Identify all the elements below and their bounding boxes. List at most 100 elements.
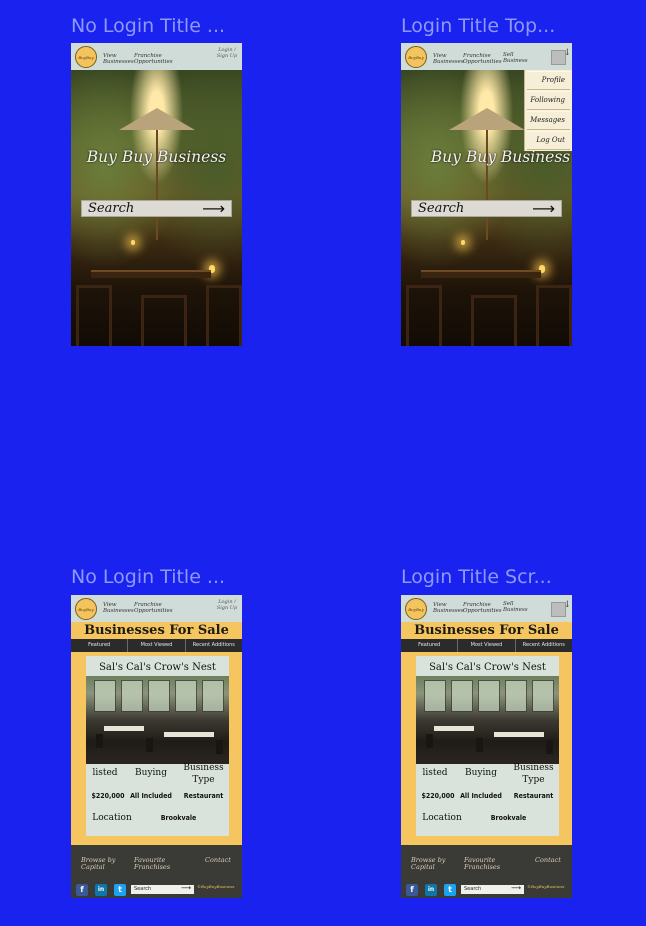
dining-chair-shape bbox=[216, 740, 223, 754]
label-business-type: Business Type bbox=[513, 763, 554, 785]
nav-sell-business[interactable]: Sell Business bbox=[503, 52, 529, 64]
menu-item-profile[interactable]: Profile bbox=[527, 71, 570, 90]
search-bar[interactable]: Search ⟶ bbox=[81, 199, 232, 218]
dining-chair-shape bbox=[96, 734, 103, 748]
frame-title-2: Login Title Top... bbox=[401, 15, 556, 37]
linkedin-icon[interactable]: in bbox=[425, 884, 437, 896]
page-title: Businesses For Sale bbox=[414, 623, 559, 638]
phone-frame-listing-logged-out: BuyBuy View Businesses Franchise Opportu… bbox=[71, 595, 242, 898]
footer-favourite-link[interactable]: Favourite Franchises bbox=[134, 857, 179, 871]
footer-search-input[interactable]: Search ⟶ bbox=[461, 884, 524, 894]
nav-sell-business[interactable]: Sell Business bbox=[503, 601, 529, 613]
value-price: $220,000 bbox=[421, 792, 455, 800]
chair-shape bbox=[206, 285, 242, 346]
tab-featured[interactable]: Featured bbox=[71, 639, 129, 652]
chair-shape bbox=[76, 285, 112, 346]
frame-title-1: No Login Title ... bbox=[71, 15, 226, 37]
window-shape bbox=[121, 680, 143, 712]
label-location: Location bbox=[92, 813, 132, 823]
dining-chair-shape bbox=[426, 734, 433, 748]
twitter-icon[interactable]: t bbox=[444, 884, 456, 896]
listing-image bbox=[86, 676, 229, 764]
nav-franchise[interactable]: Franchise Opportunities bbox=[463, 602, 503, 614]
dining-chair-shape bbox=[476, 738, 483, 752]
lamp-small bbox=[461, 240, 465, 245]
listing-card[interactable]: Sal's Cal's Crow's Nest listed Buying Bu… bbox=[416, 656, 559, 836]
menu-item-logout[interactable]: Log Out bbox=[527, 131, 570, 150]
table-shape bbox=[421, 270, 541, 278]
dining-chair-shape bbox=[146, 738, 153, 752]
window-shape bbox=[478, 680, 500, 712]
arrow-down-icon[interactable]: ↓ bbox=[563, 600, 571, 610]
logo[interactable]: BuyBuy bbox=[75, 598, 97, 620]
value-price: $220,000 bbox=[91, 792, 125, 800]
tab-recent-additions[interactable]: Recent Additions bbox=[186, 639, 242, 652]
logo[interactable]: BuyBuy bbox=[75, 46, 97, 68]
value-location: Brookvale bbox=[490, 814, 527, 822]
window-shape bbox=[175, 680, 197, 712]
nav-view-businesses[interactable]: View Businesses bbox=[103, 602, 134, 614]
search-bar[interactable]: Search ⟶ bbox=[411, 199, 562, 218]
user-menu-dropdown: Profile Following Messages Log Out bbox=[524, 70, 572, 151]
window-shape bbox=[148, 680, 170, 712]
footer-search-placeholder: Search bbox=[464, 886, 482, 892]
footer-browse-link[interactable]: Browse by Capital bbox=[81, 857, 121, 871]
nav-franchise[interactable]: Franchise Opportunities bbox=[463, 53, 503, 65]
nav-view-businesses[interactable]: View Businesses bbox=[433, 602, 464, 614]
label-business-type: Business Type bbox=[183, 763, 224, 785]
chair-shape bbox=[471, 295, 517, 346]
frame-title-3: No Login Title ... bbox=[71, 566, 226, 588]
window-shape bbox=[202, 680, 224, 712]
twitter-icon[interactable]: t bbox=[114, 884, 126, 896]
footer-contact-link[interactable]: Contact bbox=[205, 857, 231, 864]
logo[interactable]: BuyBuy bbox=[405, 46, 427, 68]
dining-chair-shape bbox=[546, 740, 553, 754]
tab-featured[interactable]: Featured bbox=[401, 639, 459, 652]
umbrella-pole bbox=[156, 130, 158, 240]
tab-most-viewed[interactable]: Most Viewed bbox=[458, 639, 516, 652]
arrow-down-icon[interactable]: ↓ bbox=[563, 48, 571, 58]
umbrella-shape bbox=[449, 108, 525, 130]
menu-item-following[interactable]: Following bbox=[527, 91, 570, 110]
nav-view-businesses[interactable]: View Businesses bbox=[103, 53, 134, 65]
hero-image: Buy Buy Business Search ⟶ bbox=[71, 70, 242, 346]
arrow-right-icon[interactable]: ⟶ bbox=[511, 884, 521, 893]
chair-shape bbox=[536, 285, 572, 346]
arrow-right-icon[interactable]: ⟶ bbox=[202, 199, 225, 218]
chair-shape bbox=[406, 285, 442, 346]
logo[interactable]: BuyBuy bbox=[405, 598, 427, 620]
phone-frame-home-logged-out: BuyBuy View Businesses Franchise Opportu… bbox=[71, 43, 242, 346]
label-listed: listed bbox=[422, 768, 448, 778]
footer-favourite-link[interactable]: Favourite Franchises bbox=[464, 857, 509, 871]
umbrella-shape bbox=[119, 108, 195, 130]
nav-franchise[interactable]: Franchise Opportunities bbox=[134, 53, 174, 65]
arrow-right-icon[interactable]: ⟶ bbox=[532, 199, 555, 218]
nav-franchise[interactable]: Franchise Opportunities bbox=[134, 602, 174, 614]
listing-card[interactable]: Sal's Cal's Crow's Nest listed Buying Bu… bbox=[86, 656, 229, 836]
footer-contact-link[interactable]: Contact bbox=[535, 857, 561, 864]
tab-recent-additions[interactable]: Recent Additions bbox=[516, 639, 572, 652]
phone-frame-listing-logged-in: BuyBuy View Businesses Franchise Opportu… bbox=[401, 595, 572, 898]
footer-browse-link[interactable]: Browse by Capital bbox=[411, 857, 451, 871]
listing-image bbox=[416, 676, 559, 764]
listing-tabs: Featured Most Viewed Recent Additions bbox=[71, 639, 242, 652]
footer-search-input[interactable]: Search ⟶ bbox=[131, 884, 194, 894]
facebook-icon[interactable]: f bbox=[406, 884, 418, 896]
listing-title: Sal's Cal's Crow's Nest bbox=[429, 662, 546, 673]
login-link[interactable]: Login / Sign Up bbox=[216, 47, 238, 59]
arrow-right-icon[interactable]: ⟶ bbox=[181, 884, 191, 893]
linkedin-icon[interactable]: in bbox=[95, 884, 107, 896]
window-shape bbox=[424, 680, 446, 712]
dining-table-shape bbox=[104, 726, 144, 731]
tab-most-viewed[interactable]: Most Viewed bbox=[128, 639, 186, 652]
facebook-icon[interactable]: f bbox=[76, 884, 88, 896]
value-business-type: Restaurant bbox=[183, 792, 224, 800]
nav-view-businesses[interactable]: View Businesses bbox=[433, 53, 464, 65]
login-link[interactable]: Login / Sign Up bbox=[216, 599, 238, 611]
window-shape bbox=[532, 680, 554, 712]
page-title: Businesses For Sale bbox=[84, 623, 229, 638]
frame-title-4: Login Title Scr... bbox=[401, 566, 552, 588]
dining-table-shape bbox=[434, 726, 474, 731]
menu-item-messages[interactable]: Messages bbox=[527, 111, 570, 130]
search-label: Search bbox=[418, 201, 465, 216]
